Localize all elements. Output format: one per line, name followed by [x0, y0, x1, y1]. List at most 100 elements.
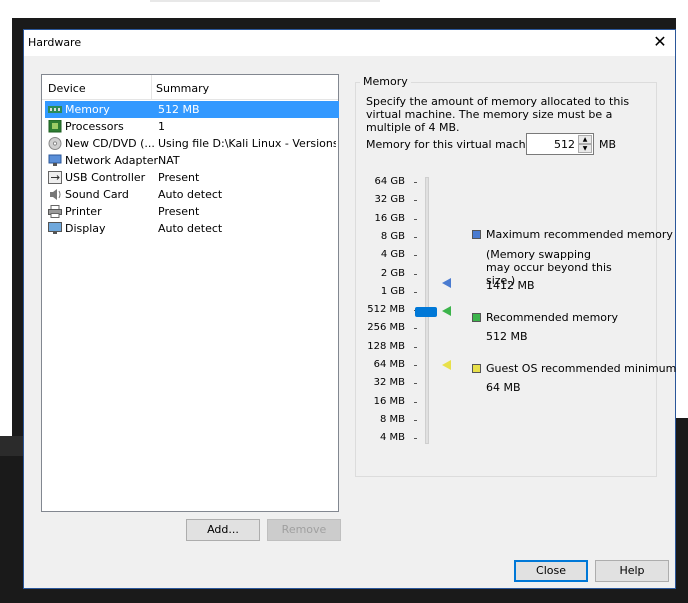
device-summary: Using file D:\Kali Linux - Versions\... — [158, 137, 336, 150]
device-row-printer[interactable]: Printer Present — [45, 203, 339, 220]
memory-icon — [48, 106, 62, 113]
memory-tick-label: 2 GB — [380, 267, 405, 279]
memory-tick-label: 8 GB — [380, 230, 405, 242]
max-recommended-swatch — [472, 230, 481, 239]
add-button[interactable]: Add... — [186, 519, 260, 541]
memory-spinbox[interactable]: 512 ▲ ▼ — [526, 133, 594, 155]
minimum-title: Guest OS recommended minimum — [486, 362, 677, 375]
device-name: USB Controller — [65, 171, 146, 184]
memory-tick-mark — [414, 346, 417, 348]
memory-group-title: Memory — [360, 75, 411, 88]
printer-icon — [48, 205, 62, 218]
help-button[interactable]: Help — [595, 560, 669, 582]
column-header-device[interactable]: Device — [48, 82, 86, 95]
background-app-strip — [0, 0, 688, 18]
device-summary: 512 MB — [158, 103, 200, 116]
background-tab-strip — [150, 0, 380, 2]
dialog-title: Hardware — [28, 36, 82, 49]
memory-tick-mark — [414, 419, 417, 421]
memory-tick-label: 64 GB — [374, 176, 405, 187]
background-app-right — [676, 18, 688, 418]
remove-button[interactable]: Remove — [267, 519, 341, 541]
recommended-title: Recommended memory — [486, 311, 619, 324]
max-recommended-title: Maximum recommended memory — [486, 228, 673, 241]
device-name: New CD/DVD (... — [65, 137, 155, 150]
processor-icon — [48, 120, 62, 133]
background-app-left — [0, 18, 12, 438]
memory-tick-mark — [414, 273, 417, 275]
minimum-swatch — [472, 364, 481, 373]
memory-unit: MB — [599, 138, 617, 151]
memory-tick-mark — [414, 328, 417, 330]
device-name: Display — [65, 222, 106, 235]
device-name: Memory — [65, 103, 110, 116]
device-name: Processors — [65, 120, 124, 133]
cd-dvd-icon — [48, 137, 62, 150]
memory-tick-mark — [414, 365, 417, 366]
memory-field-label: Memory for this virtual machine: — [366, 138, 547, 151]
display-icon — [48, 222, 62, 234]
memory-tick-mark — [414, 182, 417, 183]
recommended-value: 512 MB — [486, 330, 528, 343]
memory-tick-label: 8 MB — [379, 413, 405, 425]
sound-card-icon — [50, 189, 61, 200]
minimum-marker-icon — [442, 360, 451, 370]
memory-tick-mark — [414, 236, 417, 238]
memory-tick-label: 4 GB — [380, 249, 405, 261]
title-bar[interactable]: Hardware ✕ — [24, 30, 675, 56]
max-recommended-value: 1412 MB — [486, 279, 535, 292]
memory-tick-label: 16 GB — [374, 212, 405, 224]
recommended-swatch — [472, 313, 481, 322]
memory-tick-label: 256 MB — [367, 322, 405, 334]
device-row-usb-controller[interactable]: USB Controller Present — [45, 169, 339, 186]
memory-tick-mark — [414, 438, 417, 440]
list-header: Device Summary — [42, 75, 338, 100]
spin-up-icon[interactable]: ▲ — [578, 135, 592, 144]
column-header-summary[interactable]: Summary — [156, 82, 209, 95]
close-icon[interactable]: ✕ — [651, 33, 669, 51]
device-name: Sound Card — [65, 188, 129, 201]
device-list[interactable]: Device Summary Memory 512 MB Processors … — [41, 74, 339, 512]
close-button[interactable]: Close — [514, 560, 588, 582]
device-row-processors[interactable]: Processors 1 — [45, 118, 339, 135]
memory-tick-mark — [414, 383, 417, 385]
spin-down-icon[interactable]: ▼ — [578, 144, 592, 153]
memory-input[interactable]: 512 — [554, 138, 575, 151]
memory-tick-mark — [414, 218, 417, 220]
max-recommended-marker-icon — [442, 278, 451, 288]
column-separator[interactable] — [151, 75, 152, 99]
recommended-marker-icon — [442, 306, 451, 316]
device-row-display[interactable]: Display Auto detect — [45, 220, 339, 237]
device-row-cd-dvd[interactable]: New CD/DVD (... Using file D:\Kali Linux… — [45, 135, 339, 152]
memory-tick-mark — [414, 200, 417, 202]
device-name: Printer — [65, 205, 102, 218]
network-adapter-icon — [48, 154, 62, 166]
device-summary: Present — [158, 205, 200, 218]
device-summary: NAT — [158, 154, 180, 167]
memory-tick-label: 128 MB — [367, 340, 405, 352]
memory-tick-label: 32 MB — [373, 377, 405, 389]
device-row-sound-card[interactable]: Sound Card Auto detect — [45, 186, 339, 203]
memory-tick-label: 4 MB — [379, 432, 405, 444]
memory-description: Specify the amount of memory allocated t… — [366, 95, 630, 134]
device-summary: Auto detect — [158, 188, 223, 201]
device-row-memory[interactable]: Memory 512 MB — [45, 101, 339, 118]
device-summary: Present — [158, 171, 200, 184]
device-name: Network Adapter — [65, 154, 159, 167]
minimum-value: 64 MB — [486, 381, 521, 394]
memory-tick-label: 32 GB — [374, 194, 405, 206]
background-app-band — [0, 436, 24, 456]
memory-tick-mark — [414, 401, 417, 403]
memory-tick-mark — [414, 255, 417, 257]
device-summary: Auto detect — [158, 222, 223, 235]
memory-tick-label: 16 MB — [373, 395, 405, 407]
memory-tick-label: 1 GB — [380, 285, 405, 297]
memory-tick-mark — [414, 291, 417, 293]
memory-tick-label: 64 MB — [373, 359, 405, 370]
memory-tick-label: 512 MB — [367, 304, 405, 316]
device-summary: 1 — [158, 120, 165, 133]
hardware-dialog: Hardware ✕ Device Summary Memory 512 MB … — [23, 29, 676, 589]
memory-slider-thumb[interactable] — [415, 307, 437, 317]
device-row-network-adapter[interactable]: Network Adapter NAT — [45, 152, 339, 169]
usb-icon — [48, 171, 62, 184]
